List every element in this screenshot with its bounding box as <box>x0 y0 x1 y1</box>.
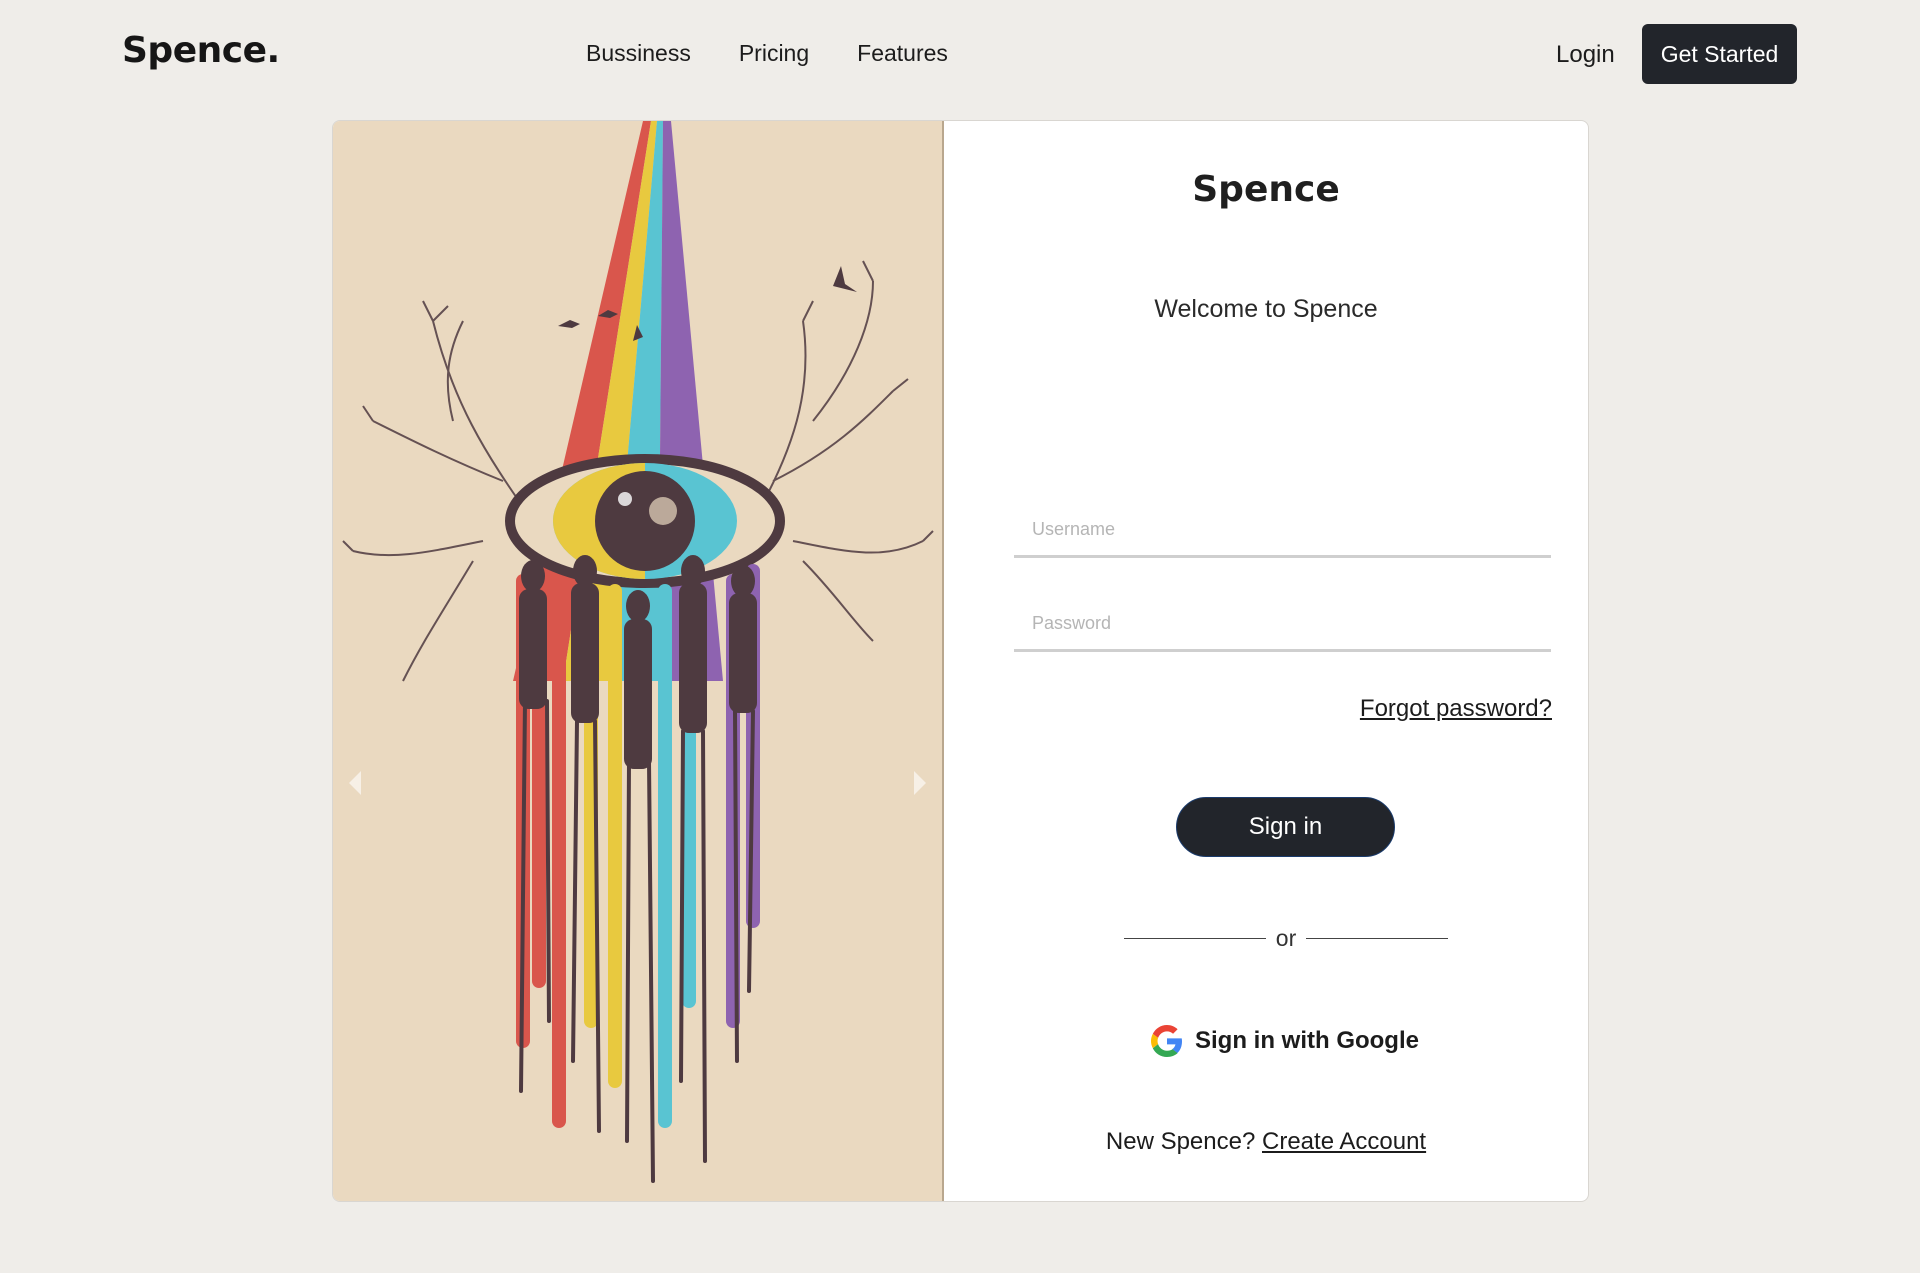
carousel-prev-arrow[interactable] <box>349 771 361 795</box>
create-account-row: New Spence? Create Account <box>944 1128 1588 1156</box>
login-link[interactable]: Login <box>1556 41 1615 69</box>
new-account-prompt: New Spence? <box>1105 1128 1256 1155</box>
google-sign-in-button[interactable]: Sign in with Google <box>1151 1025 1419 1057</box>
divider-label: or <box>1275 925 1297 951</box>
divider-line-left <box>1124 938 1266 939</box>
login-card: Spence Welcome to Spence Forgot password… <box>332 120 1589 1202</box>
image-carousel[interactable] <box>333 121 944 1201</box>
create-account-link[interactable]: Create Account <box>1262 1128 1426 1155</box>
carousel-next-arrow[interactable] <box>914 771 926 795</box>
or-divider: or <box>1124 925 1449 952</box>
welcome-text: Welcome to Spence <box>1154 295 1378 323</box>
divider-line-right <box>1306 938 1449 939</box>
username-input[interactable] <box>1014 504 1551 558</box>
get-started-button[interactable]: Get Started <box>1642 24 1797 84</box>
google-sign-in-label: Sign in with Google <box>1195 1027 1419 1054</box>
nav-link-features[interactable]: Features <box>857 40 948 67</box>
password-input[interactable] <box>1014 598 1551 652</box>
rainbow-eye-illustration <box>342 121 934 1183</box>
login-form-panel: Spence Welcome to Spence Forgot password… <box>944 121 1588 1201</box>
brand-logo[interactable]: Spence. <box>122 30 280 71</box>
nav-link-business[interactable]: Bussiness <box>586 40 691 67</box>
google-icon <box>1151 1025 1182 1057</box>
nav-link-pricing[interactable]: Pricing <box>739 40 809 67</box>
form-title: Spence <box>1192 169 1340 210</box>
sign-in-button[interactable]: Sign in <box>1176 797 1395 857</box>
forgot-password-link[interactable]: Forgot password? <box>1360 695 1552 723</box>
main-nav: Bussiness Pricing Features <box>586 40 948 67</box>
